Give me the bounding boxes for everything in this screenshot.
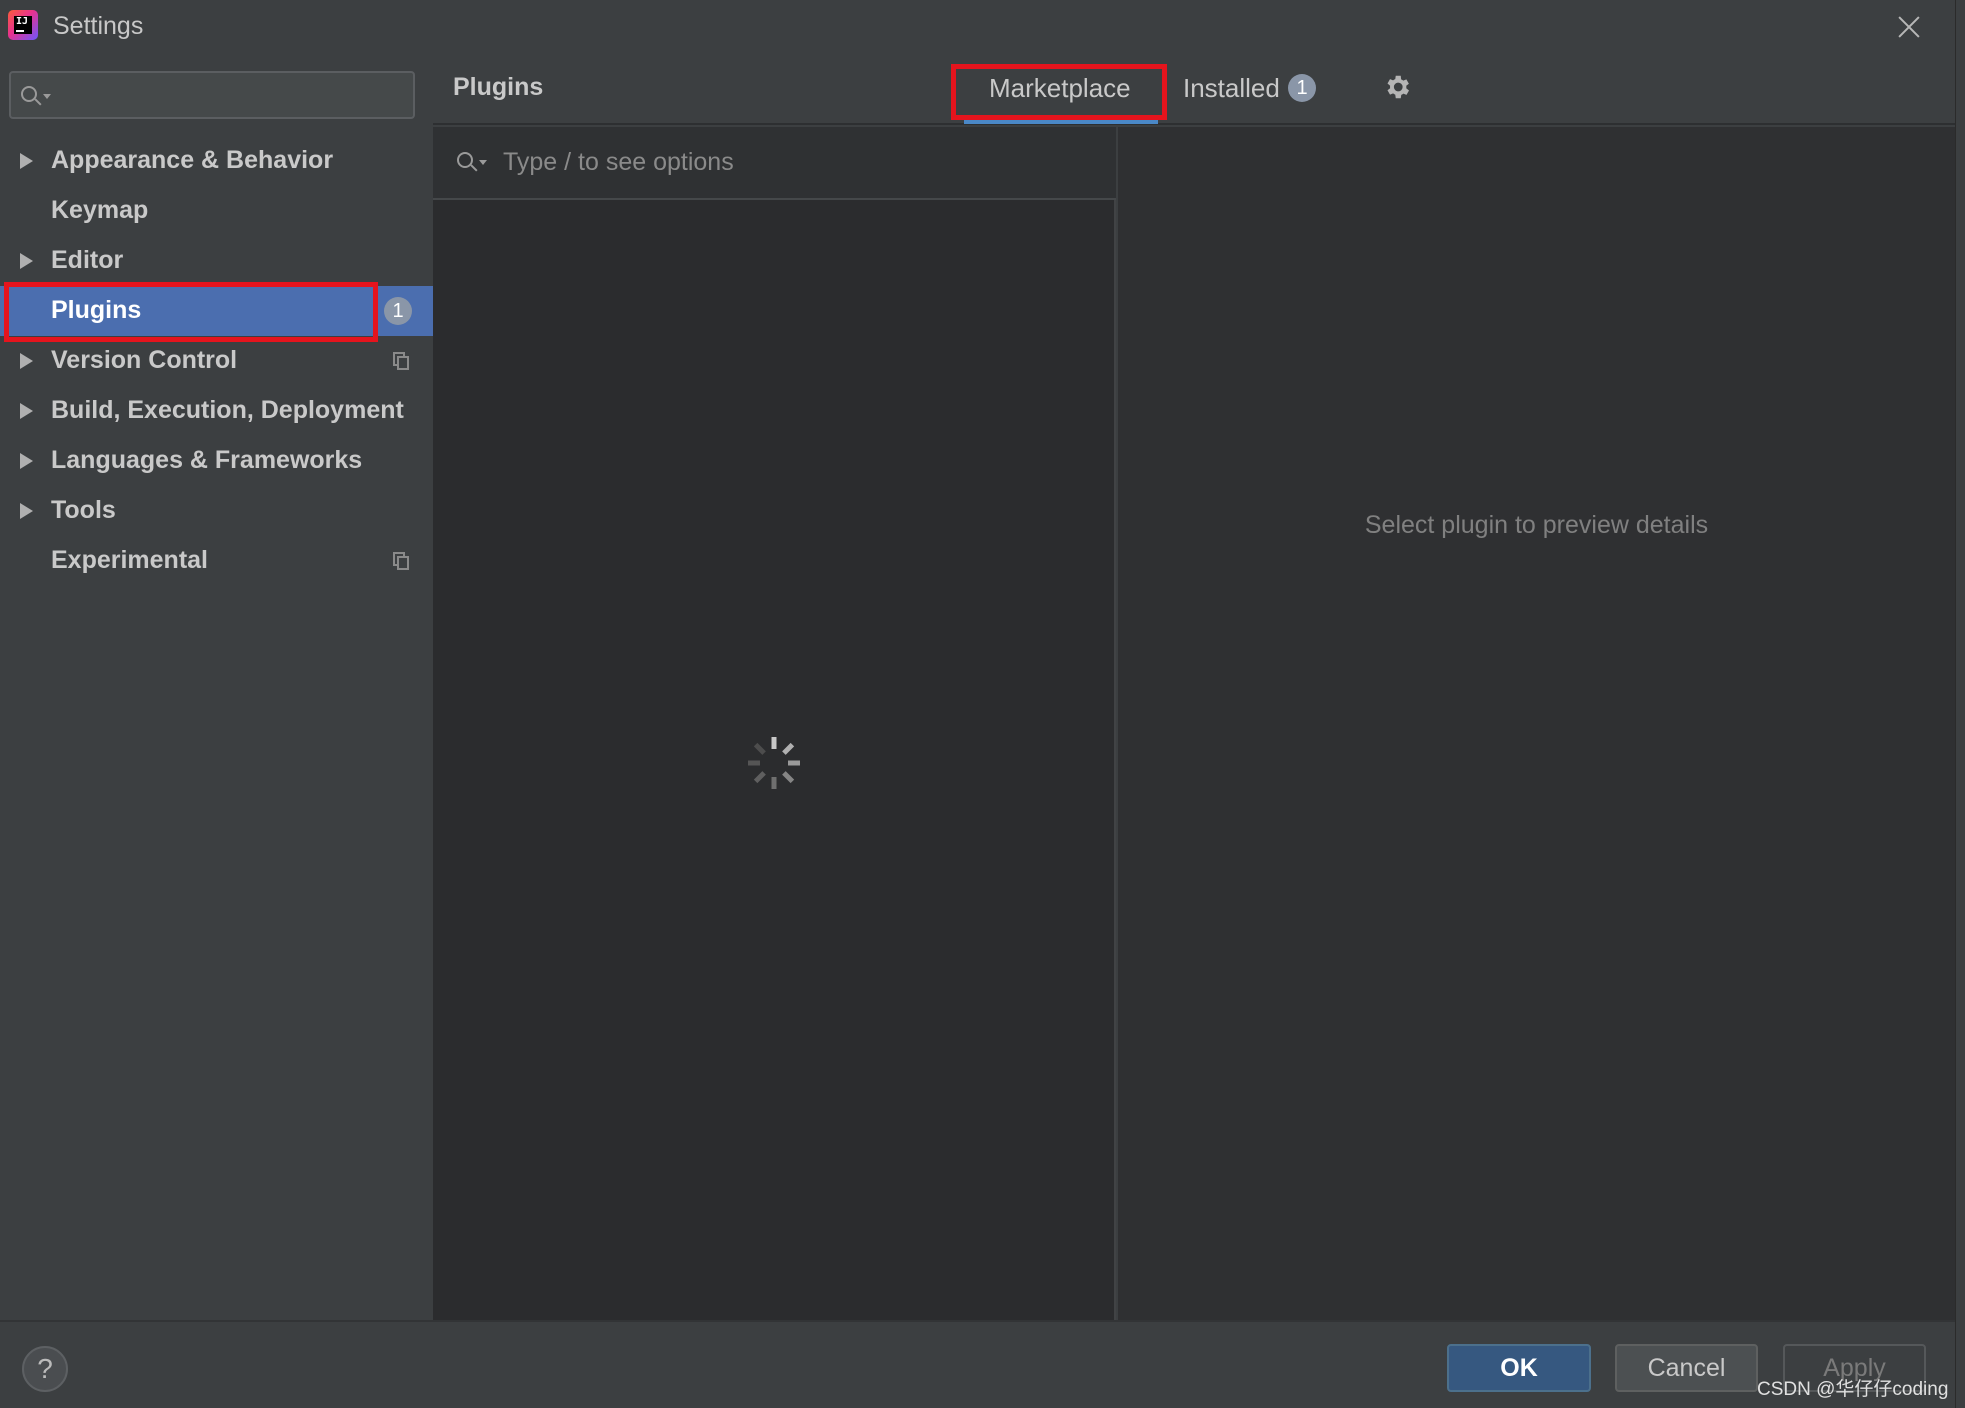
active-tab-indicator — [964, 118, 1158, 124]
sidebar-item-label: Experimental — [51, 546, 209, 574]
expand-arrow-icon[interactable] — [20, 153, 33, 169]
sidebar-item-appearance-behavior[interactable]: Appearance & Behavior — [0, 136, 433, 186]
sidebar-item-tools[interactable]: Tools — [0, 486, 433, 536]
sidebar-search-input[interactable] — [9, 71, 415, 119]
project-settings-icon — [393, 352, 409, 370]
loading-spinner-icon — [748, 737, 800, 789]
sidebar-item-label: Keymap — [51, 196, 149, 224]
expand-arrow-icon[interactable] — [20, 403, 33, 419]
intellij-logo-icon: IJ — [8, 10, 38, 40]
sidebar-item-editor[interactable]: Editor — [0, 236, 433, 286]
sidebar-item-label: Languages & Frameworks — [51, 446, 363, 474]
close-icon[interactable] — [1892, 10, 1926, 44]
sidebar-item-label: Editor — [51, 246, 124, 274]
tab-installed[interactable]: Installed — [1183, 73, 1280, 104]
settings-sidebar: Appearance & Behavior Keymap Editor Plug… — [0, 54, 433, 1320]
cancel-button[interactable]: Cancel — [1615, 1344, 1758, 1392]
gear-icon[interactable] — [1382, 72, 1412, 102]
expand-arrow-icon[interactable] — [20, 453, 33, 469]
sidebar-item-label: Version Control — [51, 346, 238, 374]
sidebar-item-label: Build, Execution, Deployment — [51, 396, 404, 424]
update-count-badge: 1 — [384, 297, 412, 325]
settings-window: IJ Settings Appearance & Behavior Keymap… — [0, 0, 1965, 1408]
expand-arrow-icon[interactable] — [20, 503, 33, 519]
window-edge — [1955, 0, 1965, 1408]
project-settings-icon — [393, 552, 409, 570]
sidebar-item-label: Plugins — [51, 296, 142, 324]
plugin-search-input[interactable] — [503, 142, 1083, 182]
plugin-list-pane — [433, 127, 1116, 1320]
plugin-detail-pane: Select plugin to preview details — [1118, 127, 1955, 1320]
sidebar-item-languages-frameworks[interactable]: Languages & Frameworks — [0, 436, 433, 486]
sidebar-item-experimental[interactable]: Experimental — [0, 536, 433, 586]
sidebar-item-version-control[interactable]: Version Control — [0, 336, 433, 386]
window-title: Settings — [53, 12, 144, 40]
ok-button[interactable]: OK — [1447, 1344, 1591, 1392]
plugins-header: Plugins Marketplace Installed 1 — [433, 54, 1955, 125]
expand-arrow-icon[interactable] — [20, 353, 33, 369]
watermark-text: CSDN @华仔仔coding — [1757, 1379, 1949, 1400]
plugin-search-bar — [433, 127, 1116, 200]
settings-tree: Appearance & Behavior Keymap Editor Plug… — [0, 136, 433, 586]
help-button[interactable]: ? — [22, 1346, 68, 1392]
empty-details-text: Select plugin to preview details — [1364, 511, 1709, 539]
expand-arrow-icon[interactable] — [20, 253, 33, 269]
sidebar-item-keymap[interactable]: Keymap — [0, 186, 433, 236]
installed-count-badge: 1 — [1288, 74, 1316, 102]
sidebar-item-label: Tools — [51, 496, 116, 524]
plugins-panel: Plugins Marketplace Installed 1 Type / t… — [433, 54, 1955, 1320]
sidebar-item-build-execution-deployment[interactable]: Build, Execution, Deployment — [0, 386, 433, 436]
page-title: Plugins — [453, 73, 544, 101]
sidebar-item-plugins[interactable]: Plugins 1 — [0, 286, 433, 336]
dialog-footer: ? OK Cancel Apply — [0, 1320, 1955, 1408]
title-bar: IJ Settings — [0, 0, 1955, 54]
sidebar-item-label: Appearance & Behavior — [51, 146, 334, 174]
tab-marketplace[interactable]: Marketplace — [989, 73, 1131, 104]
